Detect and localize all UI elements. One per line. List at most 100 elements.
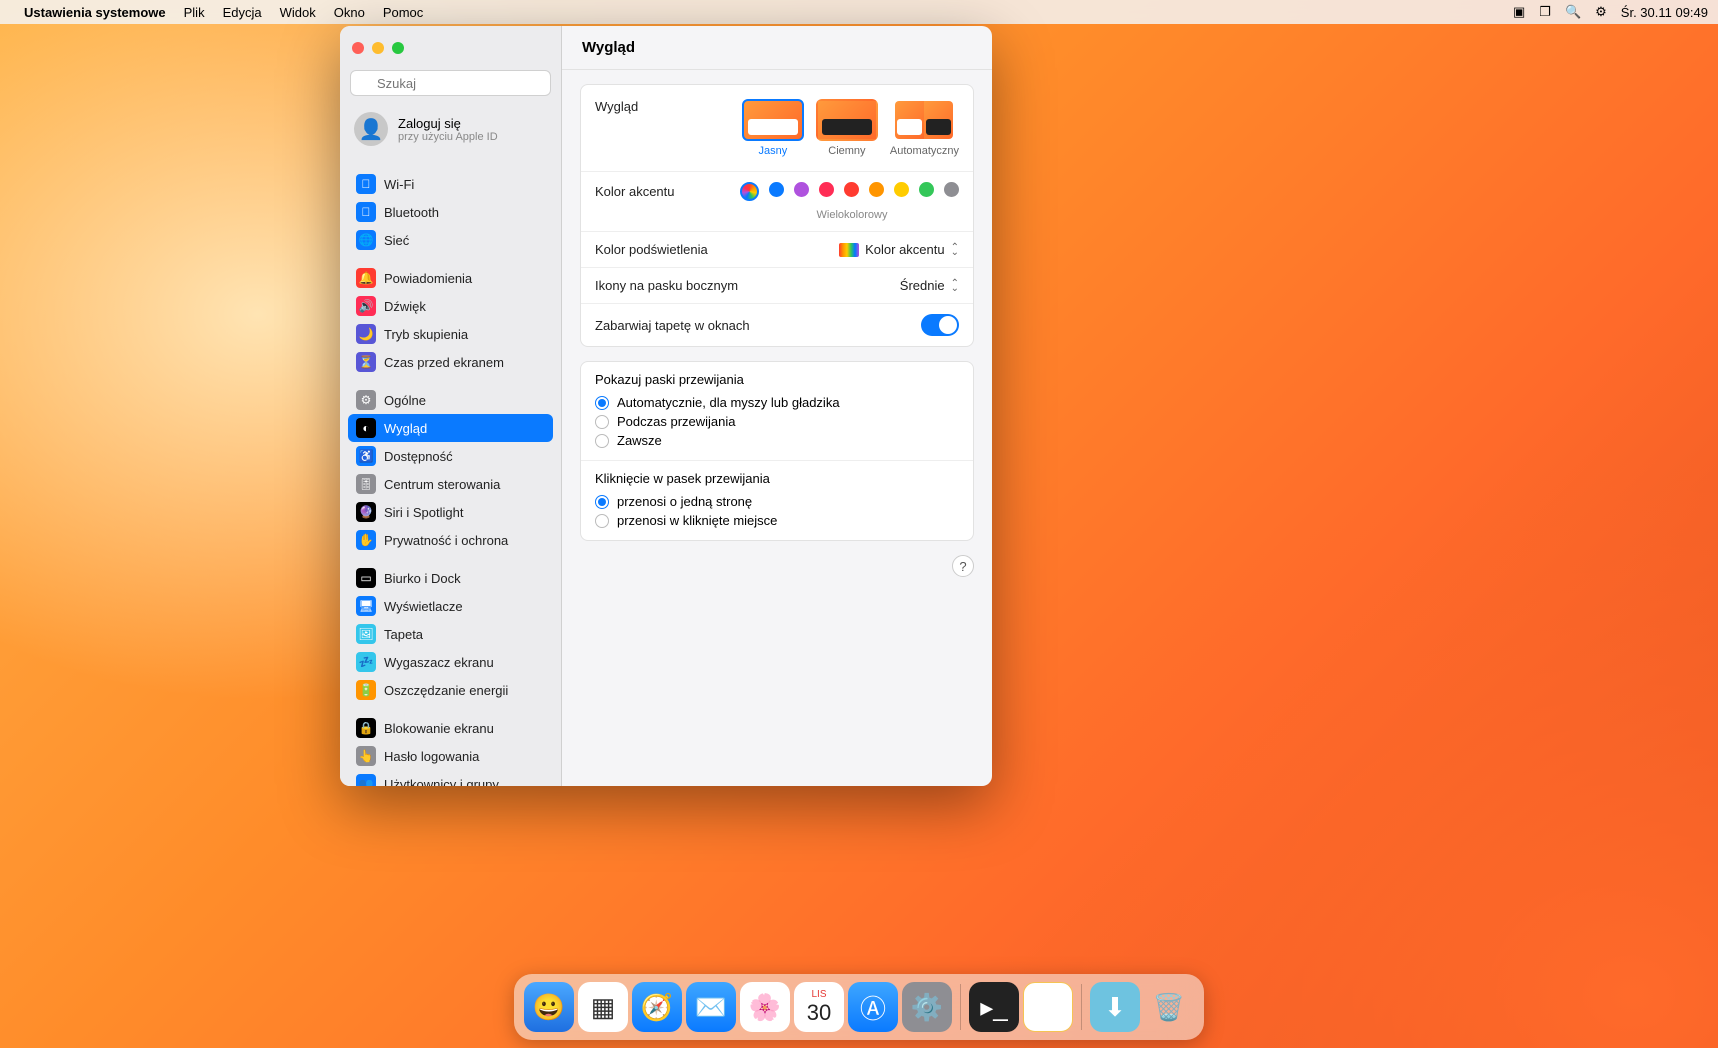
sign-in-subtitle: przy użyciu Apple ID [398,131,498,143]
dock-appstore[interactable]: Ⓐ [848,982,898,1032]
appearance-label: Wygląd [595,99,638,114]
scrollbars-option-0[interactable]: Automatycznie, dla myszy lub gładzika [595,393,959,412]
sidebar-icon-size-select[interactable]: Średnie ⌃⌄ [900,278,959,293]
dock-calendar-month: LIS [811,989,826,1000]
dock-photos[interactable]: 🌸 [740,982,790,1032]
sidebar-item-og-lne[interactable]: ⚙Ogólne [348,386,553,414]
menu-edycja[interactable]: Edycja [223,5,262,20]
sidebar-item-prywatno-i-ochrona[interactable]: ✋Prywatność i ochrona [348,526,553,554]
minimize-button[interactable] [372,42,384,54]
sidebar-item-label: Tapeta [384,627,423,642]
dock-settings[interactable]: ⚙️ [902,982,952,1032]
stage-manager-icon[interactable]: ▣ [1513,4,1525,20]
dock-terminal[interactable]: ▸_ [969,982,1019,1032]
highlight-color-select[interactable]: Kolor akcentu ⌃⌄ [839,242,959,257]
radio-label: przenosi o jedną stronę [617,494,752,509]
tint-wallpaper-toggle[interactable] [921,314,959,336]
sidebar-item-siri-i-spotlight[interactable]: 🔮Siri i Spotlight [348,498,553,526]
search-input[interactable] [350,70,551,96]
radio-icon [595,495,609,509]
sidebar-item-label: Siri i Spotlight [384,505,463,520]
radio-label: Automatycznie, dla myszy lub gładzika [617,395,840,410]
sidebar-icon: 🌙 [356,324,376,344]
zoom-button[interactable] [392,42,404,54]
sidebar-icon: 🔋 [356,680,376,700]
sidebar-icon: 🔊 [356,296,376,316]
radio-icon [595,396,609,410]
control-center-icon[interactable]: ⚙ [1595,4,1607,20]
sidebar-icon: ⏳ [356,352,376,372]
sidebar-item-powiadomienia[interactable]: 🔔Powiadomienia [348,264,553,292]
sidebar-item-wygaszacz-ekranu[interactable]: 💤Wygaszacz ekranu [348,648,553,676]
appearance-option-label: Jasny [759,145,788,157]
sidebar-item-u-ytkownicy-i-grupy[interactable]: 👥Użytkownicy i grupy [348,770,553,786]
help-button[interactable]: ? [952,555,974,577]
scrollbars-option-2[interactable]: Zawsze [595,431,959,450]
accent-swatch-2[interactable] [819,182,834,197]
sidebar-item-oszcz-dzanie-energii[interactable]: 🔋Oszczędzanie energii [348,676,553,704]
sidebar-item-tryb-skupienia[interactable]: 🌙Tryb skupienia [348,320,553,348]
sidebar-item-czas-przed-ekranem[interactable]: ⏳Czas przed ekranem [348,348,553,376]
radio-icon [595,415,609,429]
sidebar-item-has-o-logowania[interactable]: 👆Hasło logowania [348,742,553,770]
sidebar-item-wy-wietlacze[interactable]: 🖥Wyświetlacze [348,592,553,620]
sidebar-item-tapeta[interactable]: 🖼 Tapeta [348,620,553,648]
sign-in-row[interactable]: 👤 Zaloguj się przy użyciu Apple ID [340,104,561,156]
dock-finder[interactable]: 😀 [524,982,574,1032]
highlight-label: Kolor podświetlenia [595,242,708,257]
menu-pomoc[interactable]: Pomoc [383,5,423,20]
window-overlap-icon[interactable]: ❐ [1539,4,1551,20]
accent-swatch-0[interactable] [769,182,784,197]
dock-mail[interactable]: ✉️ [686,982,736,1032]
dock-trash[interactable]: 🗑️ [1144,982,1194,1032]
scroll-click-option-0[interactable]: przenosi o jedną stronę [595,492,959,511]
menubar-clock[interactable]: Śr. 30.11 09:49 [1621,5,1708,20]
accent-swatch-multicolor[interactable] [740,182,759,201]
accent-selected-name: Wielokolorowy [817,209,888,221]
accent-swatch-5[interactable] [894,182,909,197]
sidebar-icon: 💤 [356,652,376,672]
dock-calendar[interactable]: LIS 30 [794,982,844,1032]
menubar-app-name[interactable]: Ustawienia systemowe [24,5,166,20]
sidebar-item-label: Wygląd [384,421,427,436]
sidebar-item-d-wi-k[interactable]: 🔊 Dźwięk [348,292,553,320]
sidebar-item-blokowanie-ekranu[interactable]: 🔒Blokowanie ekranu [348,714,553,742]
menu-okno[interactable]: Okno [334,5,365,20]
sidebar-item-label: Bluetooth [384,205,439,220]
highlight-value: Kolor akcentu [865,242,945,257]
sidebar-item-wygl-d[interactable]: ◐Wygląd [348,414,553,442]
sidebar-item-bluetooth[interactable]: 􀖀Bluetooth [348,198,553,226]
accent-swatch-6[interactable] [919,182,934,197]
accent-swatch-3[interactable] [844,182,859,197]
menu-widok[interactable]: Widok [280,5,316,20]
sidebar-icon: ⚙ [356,390,376,410]
dock-calendar-day: 30 [807,1000,831,1026]
scroll-click-option-1[interactable]: przenosi w kliknięte miejsce [595,511,959,530]
spotlight-icon[interactable]: 🔍 [1565,4,1581,20]
accent-swatch-4[interactable] [869,182,884,197]
sidebar-item-sie-[interactable]: 🌐Sieć [348,226,553,254]
sidebar-item-wi-fi[interactable]: 􀙇Wi-Fi [348,170,553,198]
appearance-thumb-auto [893,99,955,141]
sidebar-item-dost-pno-[interactable]: ♿Dostępność [348,442,553,470]
menu-plik[interactable]: Plik [184,5,205,20]
sidebar-item-biurko-i-dock[interactable]: ▭Biurko i Dock [348,564,553,592]
sidebar-item-label: Dźwięk [384,299,426,314]
scrollbars-option-1[interactable]: Podczas przewijania [595,412,959,431]
sidebar-list[interactable]: 􀙇Wi-Fi􀖀Bluetooth🌐Sieć 🔔Powiadomienia 🔊 Dźwi… [340,156,561,786]
appearance-option-auto[interactable]: Automatyczny [890,99,959,157]
radio-label: Podczas przewijania [617,414,736,429]
dock-downloads[interactable]: ⬇ [1090,982,1140,1032]
sidebar-icon: 🖼 [356,624,376,644]
dock-launchpad[interactable]: ▦ [578,982,628,1032]
appearance-option-dark[interactable]: Ciemny [816,99,878,157]
sidebar-item-centrum-sterowania[interactable]: 🎚Centrum sterowania [348,470,553,498]
close-button[interactable] [352,42,364,54]
accent-swatch-1[interactable] [794,182,809,197]
accent-swatch-7[interactable] [944,182,959,197]
dock-safari[interactable]: 🧭 [632,982,682,1032]
dock-notes[interactable] [1023,982,1073,1032]
window-titlebar [340,26,561,70]
appearance-option-light[interactable]: Jasny [742,99,804,157]
sidebar-item-label: Sieć [384,233,409,248]
